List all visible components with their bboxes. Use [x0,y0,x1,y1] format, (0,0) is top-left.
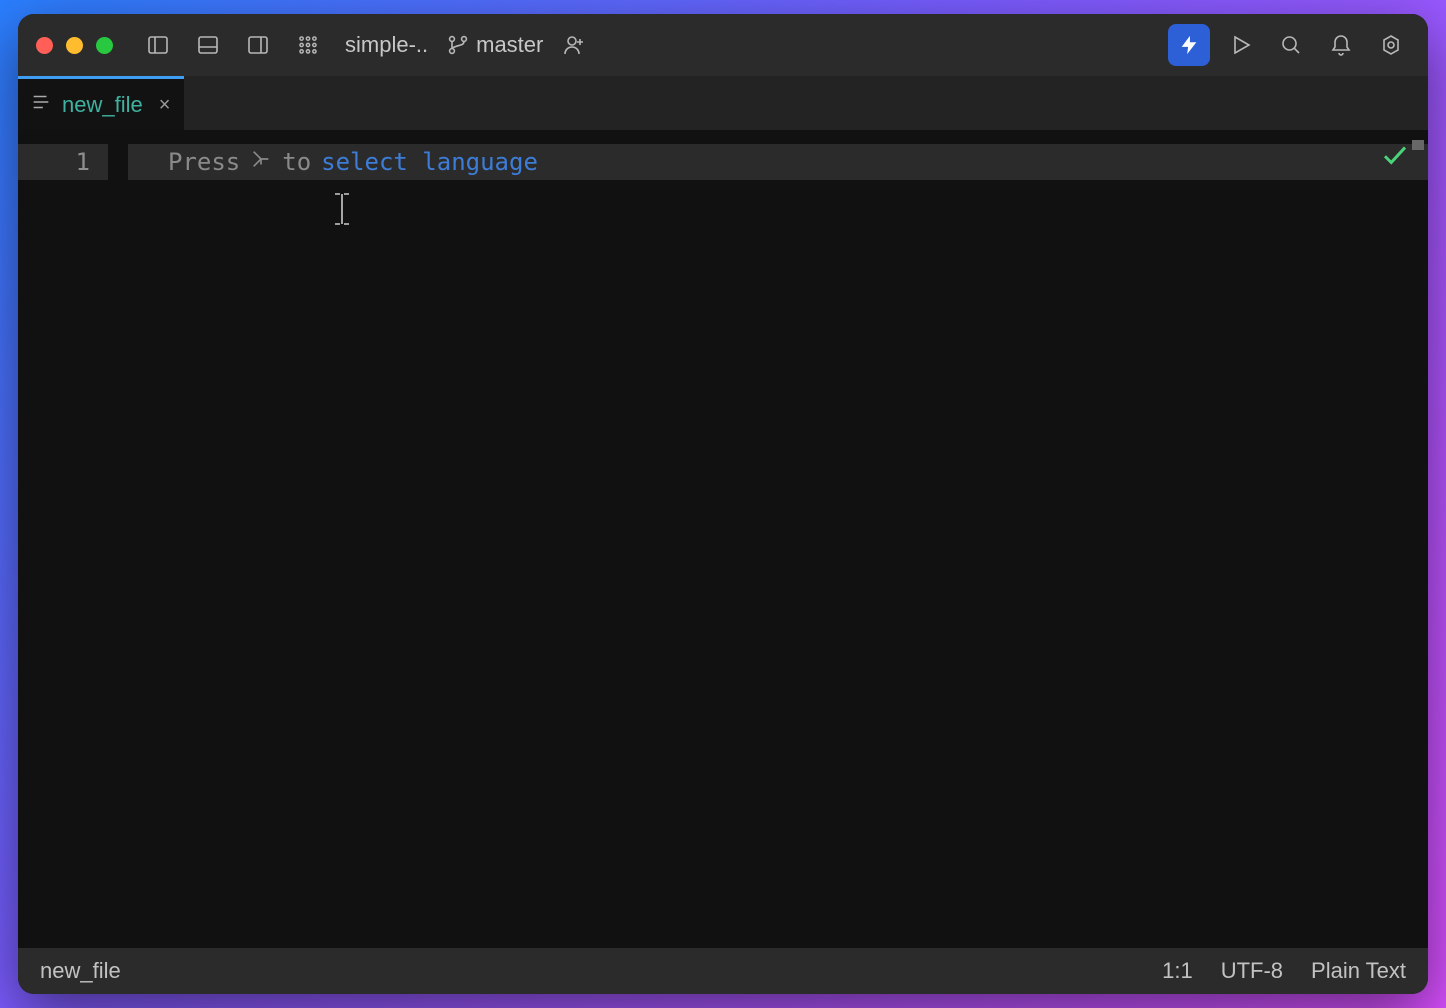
git-branch-widget[interactable]: master [446,26,543,64]
window-controls [36,37,113,54]
titlebar: simple-.. master [18,14,1428,76]
file-icon [30,91,52,118]
settings-icon[interactable] [1372,26,1410,64]
close-window-button[interactable] [36,37,53,54]
right-panel-toggle-icon[interactable] [239,26,277,64]
tab-label: new_file [62,92,143,118]
language-hint: Press to select language [128,144,1428,180]
shortcut-icon [250,144,272,180]
ide-window: simple-.. master new_f [18,14,1428,994]
line-number: 1 [18,144,108,180]
close-tab-icon[interactable]: × [159,95,171,115]
left-panel-toggle-icon[interactable] [139,26,177,64]
editor-area[interactable]: 1 Press to select language [18,130,1428,948]
status-language[interactable]: Plain Text [1311,958,1406,984]
status-filename[interactable]: new_file [40,958,121,984]
minimap-indicator[interactable] [1412,140,1424,150]
minimize-window-button[interactable] [66,37,83,54]
status-encoding[interactable]: UTF-8 [1221,958,1283,984]
search-icon[interactable] [1272,26,1310,64]
tab-new-file[interactable]: new_file × [18,76,184,130]
tab-bar: new_file × [18,76,1428,130]
hint-prefix: Press [168,144,240,180]
project-name[interactable]: simple-.. [345,32,428,58]
branch-name: master [476,32,543,58]
gutter: 1 [18,130,128,948]
ai-assistant-button[interactable] [1168,24,1210,66]
status-caret-position[interactable]: 1:1 [1162,958,1193,984]
add-user-icon[interactable] [555,26,593,64]
status-bar: new_file 1:1 UTF-8 Plain Text [18,948,1428,994]
text-cursor-icon [332,192,352,232]
run-icon[interactable] [1222,26,1260,64]
bottom-panel-toggle-icon[interactable] [189,26,227,64]
hint-mid: to [282,144,311,180]
app-menu-icon[interactable] [289,26,327,64]
select-language-link[interactable]: select language [321,144,538,180]
zoom-window-button[interactable] [96,37,113,54]
notifications-icon[interactable] [1322,26,1360,64]
editor-content[interactable]: Press to select language [128,130,1428,948]
analysis-ok-icon[interactable] [1380,140,1410,176]
